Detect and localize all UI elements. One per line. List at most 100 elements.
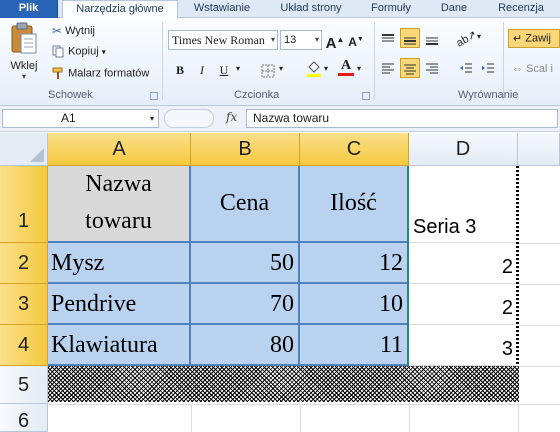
underline-button[interactable]: U [214,60,234,80]
insert-function-button[interactable]: fx [226,110,237,124]
gridline [48,404,560,405]
chevron-down-icon: ▾ [314,35,319,44]
cell-d4[interactable]: 3 [409,325,518,366]
row-header-3[interactable]: 3 [0,284,48,325]
bold-button[interactable]: B [170,60,190,80]
column-header-c[interactable]: C [300,133,409,166]
row-header-2[interactable]: 2 [0,243,48,284]
cell-c1[interactable]: Ilość [300,166,409,243]
clipboard-dialog-launcher[interactable] [150,92,158,100]
align-bottom-button[interactable] [422,28,442,48]
cell-b3[interactable]: 70 [191,284,300,325]
gridline [518,284,560,285]
cell-a4[interactable]: Klawiatura [48,325,191,366]
align-left-icon [382,63,394,74]
font-color-button[interactable]: A [336,58,356,78]
shrink-font-button[interactable]: A▼ [346,30,366,50]
align-bottom-icon [426,37,438,45]
chevron-down-icon[interactable]: ▾ [324,64,328,73]
chevron-down-icon: ▾ [21,72,26,81]
cell-a3[interactable]: Pendrive [48,284,191,325]
merge-center-button[interactable]: ⇔ Scal i [508,61,560,77]
column-header-d[interactable]: D [409,133,518,166]
wrap-text-button[interactable]: ↵ Zawij [508,29,560,48]
font-name-value: Times New Roman [172,33,265,47]
formula-bar-splitter[interactable] [164,109,214,128]
orientation-button[interactable]: ab↗ [454,28,479,49]
borders-button[interactable] [258,60,278,80]
cell-d3[interactable]: 2 [409,284,518,325]
cell-c3[interactable]: 10 [300,284,409,325]
tab-formulas[interactable]: Formuły [360,0,422,18]
cell-b4[interactable]: 80 [191,325,300,366]
gridline [518,366,560,367]
increase-indent-icon [482,63,494,73]
tab-data[interactable]: Dane [426,0,482,18]
name-box[interactable]: A1 ▾ [2,109,159,128]
cell-a1[interactable]: Nazwa towaru [48,166,191,243]
align-left-button[interactable] [378,58,398,78]
ribbon: Wklej ▾ ✂ Wytnij Kopiuj ▾ Malarz formató… [0,18,560,106]
row-header-6[interactable]: 6 [0,404,48,432]
align-top-button[interactable] [378,28,398,48]
cell-a2[interactable]: Mysz [48,243,191,284]
gridline [300,404,301,432]
merge-center-label: Scal i [526,63,553,75]
row-header-4[interactable]: 4 [0,325,48,366]
font-name-combo[interactable]: Times New Roman ▾ [168,30,278,50]
font-size-combo[interactable]: 13 ▾ [280,30,322,50]
formula-input[interactable]: Nazwa towaru [246,109,558,128]
copy-button[interactable]: Kopiuj ▾ [52,45,106,58]
cell-c2[interactable]: 12 [300,243,409,284]
column-header-b[interactable]: B [191,133,300,166]
select-all-button[interactable] [0,133,48,166]
font-size-value: 13 [284,34,297,46]
cell-b2[interactable]: 50 [191,243,300,284]
grow-font-button[interactable]: A▲ [325,30,345,52]
increase-indent-button[interactable] [478,58,498,78]
column-header-e[interactable] [518,133,560,166]
cell-d1[interactable]: Seria 3 [409,166,518,243]
font-color-letter: A [340,58,352,73]
align-top-icon [382,33,394,42]
align-middle-button[interactable] [400,28,420,48]
format-painter-button[interactable]: Malarz formatów [52,67,149,80]
chevron-down-icon[interactable]: ▾ [236,64,240,73]
cut-button[interactable]: ✂ Wytnij [52,24,95,38]
decrease-indent-icon [460,63,472,73]
tab-file[interactable]: Plik [0,0,58,18]
chevron-down-icon[interactable]: ▾ [477,32,481,41]
wrap-text-label: Zawij [525,32,551,45]
worksheet-grid[interactable]: A B C D 1 2 3 4 5 6 Nazwa towaru Cena Il… [0,133,560,432]
row-header-1[interactable]: 1 [0,166,48,243]
tab-review[interactable]: Recenzja [486,0,556,18]
paintbrush-icon [52,67,63,79]
row-header-5[interactable]: 5 [0,366,48,404]
decrease-indent-button[interactable] [456,58,476,78]
copy-marquee-band [48,366,519,402]
formula-bar: A1 ▾ fx Nazwa towaru [0,106,560,132]
cell-b1[interactable]: Cena [191,166,300,243]
gridline [518,325,560,326]
italic-button[interactable]: I [192,60,212,80]
tab-page-layout[interactable]: Układ strony [266,0,356,18]
chevron-down-icon[interactable]: ▾ [279,64,283,73]
font-color-bar [338,73,354,76]
copy-marquee-right [516,166,519,366]
align-center-button[interactable] [400,58,420,78]
gridline [191,404,192,432]
cut-label: Wytnij [65,24,95,37]
tab-insert[interactable]: Wstawianie [182,0,262,18]
font-dialog-launcher[interactable] [362,92,370,100]
font-group-label: Czcionka [234,89,280,101]
align-right-button[interactable] [422,58,442,78]
ribbon-tab-bar: Plik Narzędzia główne Wstawianie Układ s… [0,0,560,19]
cell-c4[interactable]: 11 [300,325,409,366]
chevron-down-icon[interactable]: ▾ [357,64,361,73]
column-header-a[interactable]: A [48,133,191,166]
cell-d2[interactable]: 2 [409,243,518,284]
selection-edge [407,166,409,366]
tab-home[interactable]: Narzędzia główne [62,0,178,19]
fill-color-button[interactable] [304,58,324,78]
paste-button[interactable]: Wklej ▾ [6,22,42,82]
